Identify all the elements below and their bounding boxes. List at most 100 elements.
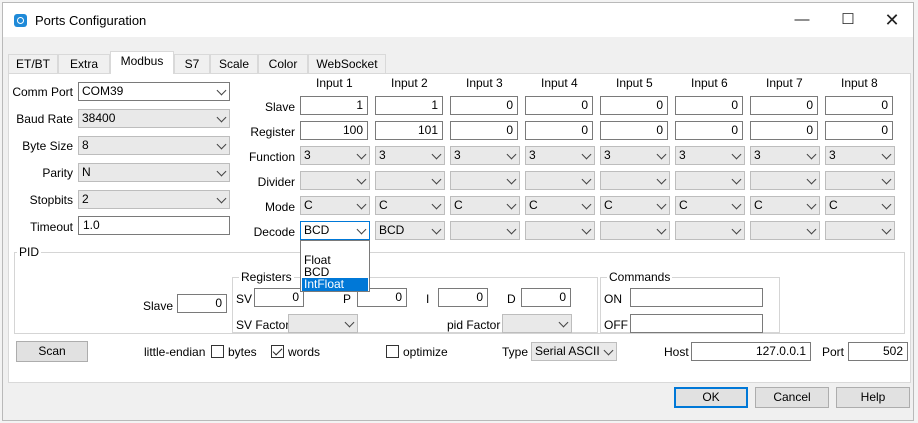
input-6-function[interactable]: 3 (675, 146, 745, 165)
input-3-mode[interactable]: C (450, 196, 520, 215)
tab-et-bt[interactable]: ET/BT (8, 54, 58, 73)
tab-extra[interactable]: Extra (58, 54, 110, 73)
input-4-decode[interactable] (525, 221, 595, 240)
input-7-function[interactable]: 3 (750, 146, 820, 165)
row-label-function: Function (248, 150, 295, 164)
baud-rate-label: Baud Rate (16, 112, 73, 126)
input-5-register[interactable]: 0 (600, 121, 668, 140)
off-command-input[interactable] (630, 314, 763, 333)
input-7-divider[interactable] (750, 171, 820, 190)
input-8-mode[interactable]: C (825, 196, 895, 215)
input-5-function[interactable]: 3 (600, 146, 670, 165)
commands-group: Commands ON OFF (600, 270, 780, 333)
pid-factor-select[interactable] (502, 314, 572, 333)
input-7-slave[interactable]: 0 (750, 96, 818, 115)
input-8-divider[interactable] (825, 171, 895, 190)
window-title: Ports Configuration (35, 13, 147, 28)
chevron-down-icon (806, 199, 817, 210)
input-6-divider[interactable] (675, 171, 745, 190)
sv-input[interactable]: 0 (254, 288, 304, 307)
chevron-down-icon (344, 317, 355, 328)
input-5-mode[interactable]: C (600, 196, 670, 215)
i-input[interactable]: 0 (438, 288, 488, 307)
on-command-input[interactable] (630, 288, 763, 307)
bytes-checkbox[interactable] (211, 345, 224, 358)
tab-scale[interactable]: Scale (210, 54, 258, 73)
help-button[interactable]: Help (836, 387, 910, 408)
input-7-register[interactable]: 0 (750, 121, 818, 140)
close-icon[interactable]: ✕ (869, 3, 915, 37)
timeout-input[interactable]: 1.0 (78, 216, 230, 235)
tab-websocket[interactable]: WebSocket (308, 54, 386, 73)
chevron-down-icon (356, 224, 367, 235)
maximize-icon[interactable]: ☐ (825, 3, 871, 37)
minimize-icon[interactable]: — (779, 3, 825, 37)
decode-option-intfloat[interactable]: IntFloat (302, 278, 368, 291)
cancel-button[interactable]: Cancel (755, 387, 829, 408)
input-4-slave[interactable]: 0 (525, 96, 593, 115)
input-1-decode[interactable]: BCD (300, 221, 370, 240)
input-6-mode[interactable]: C (675, 196, 745, 215)
scan-button[interactable]: Scan (16, 341, 88, 362)
input-7-decode[interactable] (750, 221, 820, 240)
input-3-divider[interactable] (450, 171, 520, 190)
tab-modbus[interactable]: Modbus (110, 51, 174, 74)
tab-color[interactable]: Color (258, 54, 308, 73)
byte-size-select[interactable]: 8 (78, 136, 230, 155)
input-2-register[interactable]: 101 (375, 121, 443, 140)
input-2-decode[interactable]: BCD (375, 221, 445, 240)
input-3-slave[interactable]: 0 (450, 96, 518, 115)
input-3-function[interactable]: 3 (450, 146, 520, 165)
input-5-decode[interactable] (600, 221, 670, 240)
input-3-header: Input 3 (466, 76, 503, 90)
input-8-register[interactable]: 0 (825, 121, 893, 140)
input-8-mode-value: C (829, 198, 838, 212)
input-1-divider[interactable] (300, 171, 370, 190)
input-8-slave[interactable]: 0 (825, 96, 893, 115)
input-2-mode[interactable]: C (375, 196, 445, 215)
ok-button[interactable]: OK (674, 387, 748, 408)
input-3-register[interactable]: 0 (450, 121, 518, 140)
d-input[interactable]: 0 (521, 288, 571, 307)
input-1-register[interactable]: 100 (300, 121, 368, 140)
host-input[interactable]: 127.0.0.1 (691, 342, 811, 361)
input-2-function[interactable]: 3 (375, 146, 445, 165)
input-6-register[interactable]: 0 (675, 121, 743, 140)
input-5-divider[interactable] (600, 171, 670, 190)
input-1-mode[interactable]: C (300, 196, 370, 215)
input-4-mode[interactable]: C (525, 196, 595, 215)
input-5-slave[interactable]: 0 (600, 96, 668, 115)
parity-label: Parity (42, 166, 73, 180)
input-1-function[interactable]: 3 (300, 146, 370, 165)
words-checkbox[interactable] (271, 345, 284, 358)
decode-dropdown-list: Float BCD IntFloat (300, 240, 370, 292)
tab-s7[interactable]: S7 (174, 54, 210, 73)
input-6-slave[interactable]: 0 (675, 96, 743, 115)
pid-slave-input[interactable]: 0 (177, 294, 227, 313)
input-4-function[interactable]: 3 (525, 146, 595, 165)
port-input[interactable]: 502 (848, 342, 908, 361)
input-8-function[interactable]: 3 (825, 146, 895, 165)
input-7-mode[interactable]: C (750, 196, 820, 215)
input-4-divider[interactable] (525, 171, 595, 190)
input-2-divider[interactable] (375, 171, 445, 190)
parity-select[interactable]: N (78, 163, 230, 182)
comm-port-select[interactable]: COM39 (78, 82, 230, 101)
baud-rate-select[interactable]: 38400 (78, 109, 230, 128)
chevron-down-icon (881, 224, 892, 235)
chevron-down-icon (881, 199, 892, 210)
optimize-checkbox[interactable] (386, 345, 399, 358)
input-1-slave[interactable]: 1 (300, 96, 368, 115)
row-label-divider: Divider (257, 175, 295, 189)
sv-factor-select[interactable] (288, 314, 358, 333)
stopbits-select[interactable]: 2 (78, 190, 230, 209)
input-6-decode[interactable] (675, 221, 745, 240)
input-4-register[interactable]: 0 (525, 121, 593, 140)
input-4-header: Input 4 (541, 76, 578, 90)
chevron-down-icon (216, 112, 227, 123)
type-select[interactable]: Serial ASCII (531, 342, 617, 361)
input-2-slave[interactable]: 1 (375, 96, 443, 115)
input-3-decode[interactable] (450, 221, 520, 240)
input-8-decode[interactable] (825, 221, 895, 240)
input-2-header: Input 2 (391, 76, 428, 90)
